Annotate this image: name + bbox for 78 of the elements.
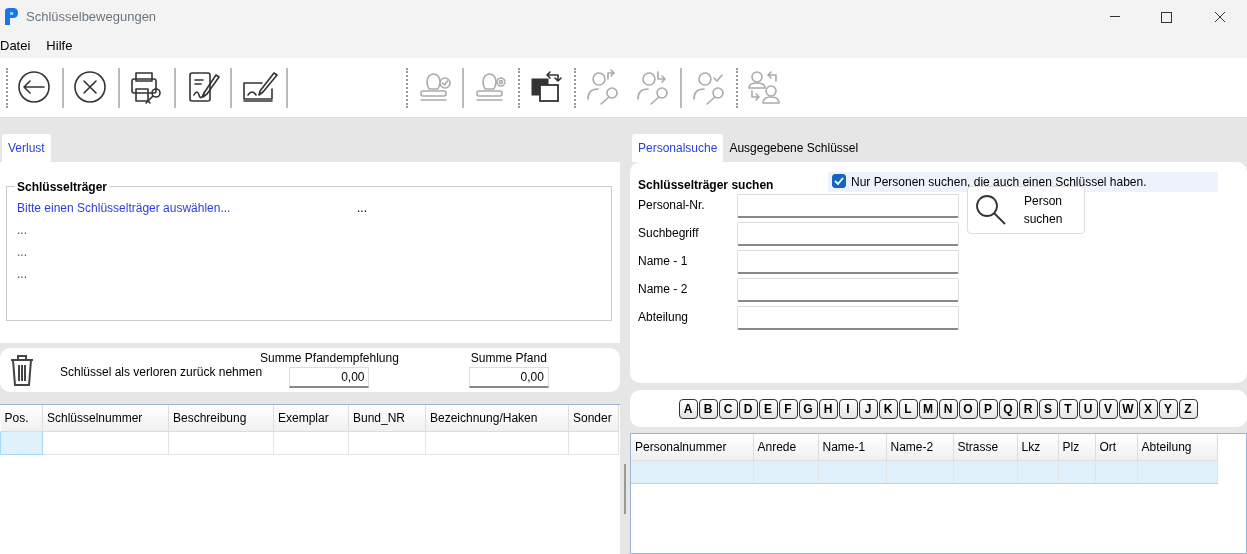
letter-button[interactable]: F	[778, 398, 798, 419]
column-header[interactable]: Name-1	[818, 434, 886, 461]
letter-button[interactable]: O	[958, 398, 978, 419]
letter-button[interactable]: A	[678, 398, 698, 419]
letter-button[interactable]: J	[858, 398, 878, 419]
field-label: Suchbegriff	[638, 225, 700, 242]
minimize-icon	[1110, 16, 1120, 17]
prompt-text: Bitte einen Schlüsselträger auswählen...	[17, 200, 232, 217]
checkbox[interactable]: Nur Personen suchen, die auch einen Schlüssel haben.	[828, 172, 1218, 192]
action-label: Schlüssel als verloren zurück nehmen	[60, 364, 263, 381]
input-field[interactable]	[737, 306, 959, 330]
column-header[interactable]: Lkz	[1017, 434, 1058, 461]
letter-button[interactable]: R	[1018, 398, 1038, 419]
placeholder-text: ...	[357, 200, 367, 217]
column-header[interactable]: Sonder	[568, 405, 619, 432]
field-label: Abteilung	[638, 309, 690, 326]
window-title: Schlüsselbewegungen	[26, 7, 157, 26]
letter-button[interactable]: P	[978, 398, 998, 419]
placeholder-text: ...	[17, 222, 28, 239]
column-header[interactable]: Strasse	[953, 434, 1017, 461]
input-field[interactable]	[737, 194, 959, 218]
search-button[interactable]: Person suchen	[967, 186, 1085, 234]
column-header[interactable]: Plz	[1058, 434, 1095, 461]
column-header[interactable]: Name-2	[886, 434, 953, 461]
column-header[interactable]: Ort	[1095, 434, 1137, 461]
selected-cell[interactable]	[0, 431, 43, 455]
sum-label: Summe Pfand	[470, 349, 547, 367]
sum-label: Summe Pfandempfehlung	[260, 349, 399, 367]
app-logo-icon	[4, 7, 18, 26]
input-field[interactable]	[737, 250, 959, 274]
field-label: Personal-Nr.	[638, 197, 706, 214]
placeholder-text: ...	[17, 244, 28, 261]
letter-button[interactable]: T	[1058, 398, 1078, 419]
letter-button[interactable]: U	[1078, 398, 1098, 419]
letter-button[interactable]: M	[918, 398, 938, 419]
selected-cell[interactable]	[631, 460, 753, 484]
field-label: Name - 2	[638, 281, 689, 298]
menu-item[interactable]: Hilfe	[46, 35, 73, 56]
letter-button[interactable]: E	[758, 398, 778, 419]
letter-button[interactable]: Y	[1158, 398, 1178, 419]
section-title: Schlüsselträger suchen	[638, 177, 775, 194]
search-icon	[974, 193, 1008, 227]
letter-button[interactable]: H	[818, 398, 838, 419]
column-header[interactable]: Anrede	[753, 434, 818, 461]
letter-button[interactable]: Q	[998, 398, 1018, 419]
letter-button[interactable]: K	[878, 398, 898, 419]
sum-field[interactable]: 0,00	[468, 366, 549, 388]
menu-item[interactable]: Datei	[0, 35, 31, 56]
letter-button[interactable]: S	[1038, 398, 1058, 419]
letter-button[interactable]: I	[838, 398, 858, 419]
column-header[interactable]: Bund_NR	[348, 405, 426, 432]
tab[interactable]: Verlust	[2, 134, 51, 162]
letter-button[interactable]: X	[1138, 398, 1158, 419]
check-icon	[833, 175, 845, 187]
letter-button[interactable]: V	[1098, 398, 1118, 419]
field-label: Name - 1	[638, 253, 689, 270]
column-header[interactable]: Personalnummer	[631, 434, 753, 461]
trash-icon	[8, 353, 36, 387]
column-header[interactable]: Pos.	[0, 405, 43, 432]
input-field[interactable]	[737, 278, 959, 302]
column-header[interactable]: Beschreibung	[168, 405, 274, 432]
letter-button[interactable]: B	[698, 398, 718, 419]
letter-button[interactable]: L	[898, 398, 918, 419]
sum-field[interactable]: 0,00	[289, 366, 370, 388]
tab[interactable]: Personalsuche	[632, 134, 724, 162]
placeholder-text: ...	[17, 266, 28, 283]
letter-button[interactable]: G	[798, 398, 818, 419]
column-header[interactable]: Schlüsselnummer	[42, 405, 169, 432]
letter-button[interactable]: C	[718, 398, 738, 419]
column-header[interactable]: Bezeichnung/Haken	[425, 405, 569, 432]
letter-button[interactable]: Z	[1178, 398, 1198, 419]
letter-button[interactable]: D	[738, 398, 758, 419]
letter-button[interactable]: N	[938, 398, 958, 419]
column-header[interactable]: Abteilung	[1137, 434, 1217, 461]
letter-button[interactable]: W	[1118, 398, 1138, 419]
tab[interactable]: Ausgegebene Schlüssel	[723, 134, 865, 162]
input-field[interactable]	[737, 222, 959, 246]
column-header[interactable]: Exemplar	[273, 405, 349, 432]
